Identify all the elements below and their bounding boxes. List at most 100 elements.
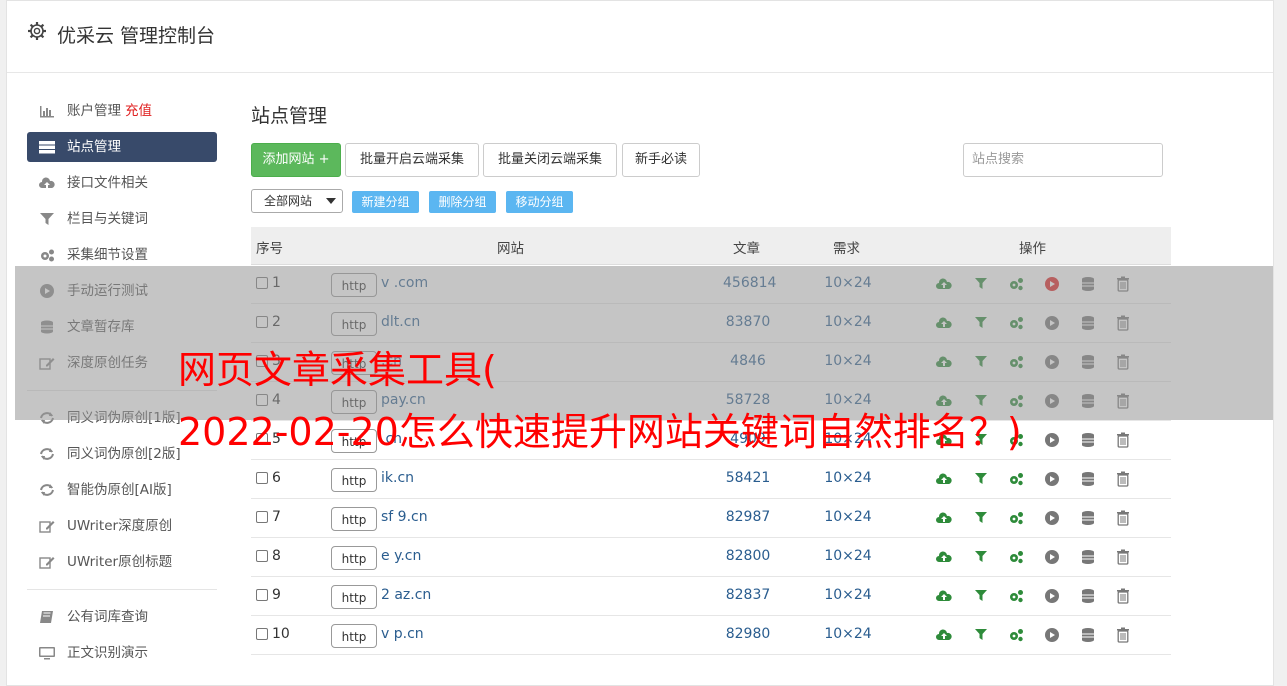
group-select[interactable]: 全部网站 <box>251 189 343 213</box>
sidebar-divider <box>27 589 217 590</box>
site-link[interactable]: 2 az.cn <box>381 587 431 603</box>
play-icon[interactable] <box>1044 627 1060 643</box>
recharge-link[interactable]: 充值 <box>125 103 152 119</box>
overlay-title-line2: 2022-02-20怎么快速提升网站关键词自然排名？) <box>178 410 1022 454</box>
row-checkbox[interactable] <box>256 472 268 484</box>
filter-icon[interactable] <box>973 549 989 565</box>
site-link[interactable]: e y.cn <box>381 548 421 564</box>
play-icon[interactable] <box>1044 588 1060 604</box>
site-search-input[interactable]: 站点搜索 <box>963 143 1163 177</box>
play-icon[interactable] <box>1044 471 1060 487</box>
site-link[interactable]: sf 9.cn <box>381 509 428 525</box>
database-icon[interactable] <box>1080 471 1096 487</box>
database-icon[interactable] <box>1080 510 1096 526</box>
col-site: 网站 <box>497 241 524 257</box>
sidebar-item-label: 栏目与关键词 <box>67 211 148 227</box>
gears-icon[interactable] <box>1008 471 1024 487</box>
caret-down-icon <box>326 198 336 204</box>
monitor-icon <box>39 647 55 660</box>
batch-open-button[interactable]: 批量开启云端采集 <box>345 143 479 177</box>
sidebar-item-2[interactable]: 接口文件相关 <box>27 165 217 201</box>
sidebar-item-1[interactable]: 站点管理 <box>27 132 217 162</box>
row-number: 7 <box>272 509 281 525</box>
row-number: 6 <box>272 470 281 486</box>
trash-icon[interactable] <box>1115 627 1131 643</box>
gears-icon[interactable] <box>1008 510 1024 526</box>
newbie-button[interactable]: 新手必读 <box>622 143 700 177</box>
database-icon[interactable] <box>1080 588 1096 604</box>
edit-icon <box>39 521 55 533</box>
trash-icon[interactable] <box>1115 471 1131 487</box>
sidebar-item-label: UWriter原创标题 <box>67 554 173 570</box>
app-header: 优采云 管理控制台 <box>7 1 1273 73</box>
sidebar-item-14[interactable]: 正文识别演示 <box>27 635 217 671</box>
book-icon <box>40 611 53 623</box>
article-count[interactable]: 82987 <box>723 509 773 525</box>
demand-value[interactable]: 10×24 <box>823 626 873 642</box>
move-group-button[interactable]: 移动分组 <box>506 191 573 213</box>
cloud-upload-icon <box>39 177 55 188</box>
batch-close-button[interactable]: 批量关闭云端采集 <box>483 143 617 177</box>
search-placeholder: 站点搜索 <box>972 152 1025 167</box>
table-row: 10 http v p.cn 82980 10×24 <box>251 616 1171 655</box>
sidebar-item-10[interactable]: 智能伪原创[AI版] <box>27 472 217 508</box>
demand-value[interactable]: 10×24 <box>823 509 873 525</box>
article-count[interactable]: 58421 <box>723 470 773 486</box>
row-checkbox[interactable] <box>256 550 268 562</box>
sidebar-item-12[interactable]: UWriter原创标题 <box>27 544 217 580</box>
row-checkbox[interactable] <box>256 511 268 523</box>
trash-icon[interactable] <box>1115 510 1131 526</box>
row-checkbox[interactable] <box>256 628 268 640</box>
sidebar-item-13[interactable]: 公有词库查询 <box>27 599 217 635</box>
col-articles: 文章 <box>733 241 760 257</box>
sidebar-item-11[interactable]: UWriter深度原创 <box>27 508 217 544</box>
site-link[interactable]: v p.cn <box>381 626 424 642</box>
sidebar-item-label: 公有词库查询 <box>67 609 148 625</box>
play-icon[interactable] <box>1044 510 1060 526</box>
table-row: 8 http e y.cn 82800 10×24 <box>251 538 1171 577</box>
sidebar-item-label: UWriter深度原创 <box>67 518 173 534</box>
play-icon[interactable] <box>1044 432 1060 448</box>
gears-icon[interactable] <box>1008 588 1024 604</box>
filter-icon[interactable] <box>973 588 989 604</box>
cloud-upload-icon[interactable] <box>936 510 952 526</box>
sidebar-item-3[interactable]: 栏目与关键词 <box>27 201 217 237</box>
cloud-upload-icon[interactable] <box>936 471 952 487</box>
filter-icon[interactable] <box>973 471 989 487</box>
article-count[interactable]: 82980 <box>723 626 773 642</box>
new-group-button[interactable]: 新建分组 <box>352 191 419 213</box>
delete-group-button[interactable]: 删除分组 <box>429 191 496 213</box>
sidebar-item-label: 账户管理 <box>67 103 121 119</box>
gears-icon[interactable] <box>1008 549 1024 565</box>
sidebar-item-label: 正文识别演示 <box>67 645 148 661</box>
database-icon[interactable] <box>1080 627 1096 643</box>
trash-icon[interactable] <box>1115 432 1131 448</box>
main-panel: 站点管理 添加网站 + 批量开启云端采集 批量关闭云端采集 新手必读 站点搜索 … <box>251 101 1171 655</box>
filter-icon[interactable] <box>973 627 989 643</box>
database-icon[interactable] <box>1080 549 1096 565</box>
watermark-overlay <box>15 266 1273 420</box>
demand-value[interactable]: 10×24 <box>823 587 873 603</box>
row-checkbox[interactable] <box>256 589 268 601</box>
trash-icon[interactable] <box>1115 588 1131 604</box>
cloud-upload-icon[interactable] <box>936 588 952 604</box>
add-site-button[interactable]: 添加网站 + <box>251 143 341 177</box>
trash-icon[interactable] <box>1115 549 1131 565</box>
article-count[interactable]: 82800 <box>723 548 773 564</box>
sidebar-item-0[interactable]: 账户管理 充值 <box>27 93 217 129</box>
demand-value[interactable]: 10×24 <box>823 470 873 486</box>
gears-icon[interactable] <box>1008 627 1024 643</box>
demand-value[interactable]: 10×24 <box>823 548 873 564</box>
cloud-upload-icon[interactable] <box>936 549 952 565</box>
site-link[interactable]: ik.cn <box>381 470 414 486</box>
sidebar-item-label: 智能伪原创[AI版] <box>67 482 172 498</box>
filter-icon[interactable] <box>973 510 989 526</box>
edit-icon <box>39 557 55 569</box>
article-count[interactable]: 82837 <box>723 587 773 603</box>
gears-icon <box>41 249 54 262</box>
gear-icon[interactable] <box>27 21 47 41</box>
cloud-upload-icon[interactable] <box>936 627 952 643</box>
play-icon[interactable] <box>1044 549 1060 565</box>
toolbar: 添加网站 + 批量开启云端采集 批量关闭云端采集 新手必读 站点搜索 <box>251 143 1171 177</box>
database-icon[interactable] <box>1080 432 1096 448</box>
